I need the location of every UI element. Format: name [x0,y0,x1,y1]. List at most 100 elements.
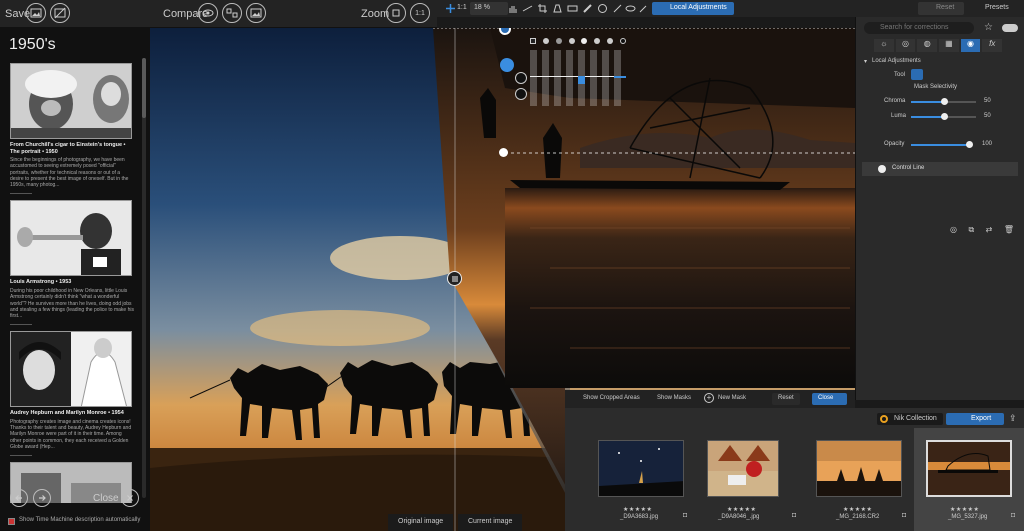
thumbnail-4-rating[interactable]: ★★★★★ [950,506,979,513]
thumbnail-2-rating[interactable]: ★★★★★ [727,506,756,513]
tab-light[interactable]: ☼ [874,39,894,52]
thumbnail-1[interactable] [598,440,684,497]
close-local-button[interactable]: Close [812,393,847,405]
chroma-slider-fill [911,101,944,103]
local-sliders[interactable] [530,38,626,108]
drag-handle-icon [451,276,458,281]
card-hepburn-monroe[interactable]: Audrey Hepburn and Marilyn Monroe • 1954… [10,331,134,457]
close-label[interactable]: Close [93,493,119,504]
previous-button[interactable] [10,489,28,507]
compare-image-button[interactable] [246,3,266,23]
new-mask-button[interactable]: New Mask [718,395,746,401]
chroma-value[interactable]: 50 [984,98,991,104]
tab-local[interactable]: ◉ [960,39,981,52]
fit-screen-icon [392,9,400,17]
next-button[interactable] [33,489,51,507]
opacity-slider-knob[interactable] [966,141,973,148]
tool-label: Tool [894,72,906,78]
zoom-100-button[interactable]: 1:1 [410,3,430,23]
nik-logo-icon [880,415,888,423]
lock-point[interactable] [515,72,527,84]
thumbnail-3[interactable] [816,440,902,497]
tab-fx[interactable]: fx [982,39,1003,52]
tool-selector[interactable] [911,69,923,80]
split-handle[interactable] [447,271,462,286]
crop-icon[interactable] [537,3,548,14]
trash-icon[interactable]: 🗑 [1004,225,1014,236]
export-button[interactable]: Export [946,413,1004,425]
card-armstrong[interactable]: Louis Armstrong • 1953 During his poor c… [10,200,134,326]
chroma-slider-knob[interactable] [941,98,948,105]
save-image-button[interactable] [26,3,46,23]
star-icon[interactable]: ☆ [984,22,993,33]
local-adjustments-bar: Show Cropped Areas Show Masks + New Mask… [565,390,855,408]
link-icon[interactable] [612,3,623,14]
local-adjustments-label: Local Adjustments [670,4,727,11]
arrow-right-icon [39,495,46,501]
zoom-percent-select[interactable]: 18 % [470,2,508,15]
preview-eye-icon[interactable] [625,3,636,14]
show-cropped-areas-toggle[interactable]: Show Cropped Areas [583,395,640,401]
left-toolbar: Save Compare Zoom 1:1 [0,0,437,28]
opacity-value[interactable]: 100 [982,141,992,147]
close-sidebar-button[interactable] [121,489,139,507]
thumbnail-2[interactable] [707,440,779,497]
duplicate-icon[interactable]: ⧉ [968,225,974,236]
section-expand-icon[interactable]: ▾ [864,58,867,65]
thumbnail-1-rating[interactable]: ★★★★★ [623,506,652,513]
luma-value[interactable]: 50 [984,113,991,119]
presets-button[interactable]: Presets [985,4,1009,11]
control-point-options[interactable] [500,58,514,72]
show-description-label: Show Time Machine description automatica… [19,517,141,523]
reset-point[interactable] [515,88,527,100]
save-disabled-button[interactable] [50,3,70,23]
compare-eye-button[interactable] [198,3,218,23]
perspective-icon[interactable] [552,3,563,14]
luma-slider-knob[interactable] [941,113,948,120]
fit-icon[interactable] [445,3,456,14]
control-line-item[interactable]: Control Line [862,162,1018,176]
share-icon[interactable]: ⇪ [1009,413,1017,424]
palette-tabs: ☼ ◎ ◍ ▦ ◉ fx [874,39,1003,52]
zoom-fit-button[interactable] [386,3,406,23]
card-churchill-einstein[interactable]: From Churchill's cigar to Einstein's ton… [10,63,134,195]
dropper-icon[interactable] [638,3,649,14]
visibility-icon[interactable]: ◎ [950,225,957,236]
clone-icon[interactable] [597,3,608,14]
zoom-label: Zoom [361,8,390,20]
card-heading: Louis Armstrong • 1953 [10,279,72,286]
reset-all-button[interactable]: Reset [918,2,964,15]
control-line-label: Control Line [892,165,925,171]
tab-detail[interactable]: ◍ [917,39,938,52]
card-body: During his poor childhood in New Orleans… [10,288,134,320]
thumbnail-4-selected[interactable] [926,440,1012,497]
local-adjustments-button[interactable]: Local Adjustments [652,2,734,15]
repair-icon[interactable] [582,3,593,14]
panel-toggle[interactable] [1002,24,1018,32]
hepburn-monroe-photo [10,331,132,408]
sidebar-scrollbar[interactable] [142,58,146,498]
hand-icon[interactable] [507,3,518,14]
compare-split-button[interactable] [222,3,242,23]
control-line-point[interactable] [499,148,508,157]
tab-color[interactable]: ◎ [895,39,916,52]
tab-geometry[interactable]: ▦ [939,39,959,52]
mask-selectivity-label: Mask Selectivity [914,84,958,90]
reset-local-button[interactable]: Reset [772,393,800,405]
invert-icon[interactable]: ⇄ [986,225,993,236]
camera-icon: ◘ [1011,512,1016,519]
armstrong-photo [10,200,132,277]
corrections-search-input[interactable]: Search for corrections [864,22,974,34]
sidebar-feed: From Churchill's cigar to Einstein's ton… [10,63,134,503]
show-masks-toggle[interactable]: Show Masks [657,395,691,401]
zoom-1-1[interactable]: 1:1 [457,4,467,11]
card-body: Since the beginnings of photography, we … [10,157,129,189]
plus-circle-icon[interactable]: + [704,393,714,403]
thumbnail-3-rating[interactable]: ★★★★★ [843,506,872,513]
straighten-icon[interactable] [522,3,533,14]
luma-slider-fill [911,116,944,118]
red-eye-icon[interactable] [567,3,578,14]
arrow-left-icon [15,495,22,501]
show-description-checkbox[interactable] [8,518,15,525]
time-machine-sidebar: 1950's From Churchill's cigar to Einstei… [0,28,150,531]
